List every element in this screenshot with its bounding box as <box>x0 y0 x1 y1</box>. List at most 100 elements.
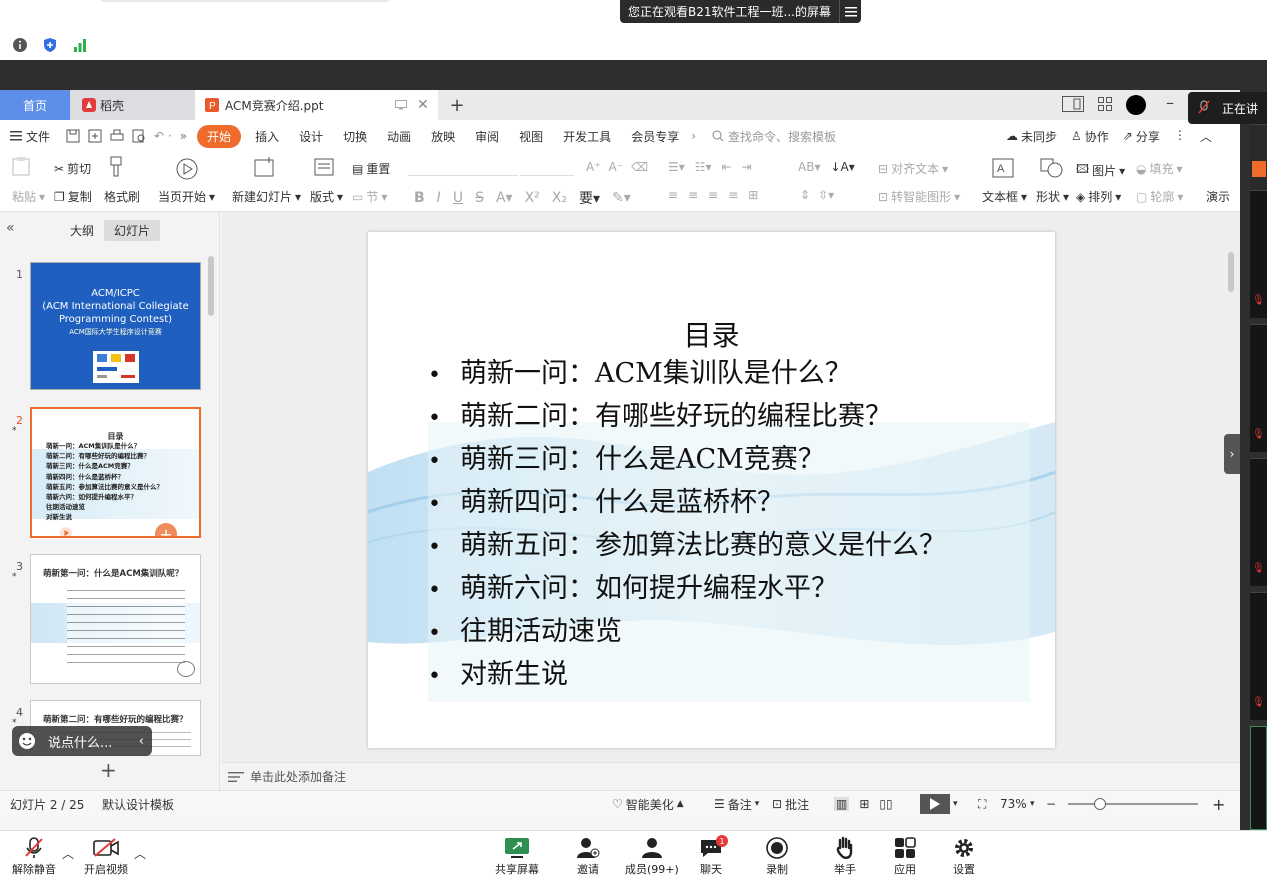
layout-view-icon[interactable] <box>1062 96 1084 112</box>
start-current-button[interactable]: 当页开始 ▾ <box>158 188 215 205</box>
unmute-button[interactable]: 解除静音 <box>12 835 56 877</box>
smart-beautify-button[interactable]: ♡ 智能美化 ▲ <box>612 791 684 817</box>
tab-daoke[interactable]: 稻壳 <box>70 90 195 120</box>
slide-thumbnail-3[interactable]: 萌新第一问：什么是ACM集训队呢？ <box>30 554 201 684</box>
format-painter-button[interactable]: 格式刷 <box>104 188 140 205</box>
participant-tile[interactable] <box>1250 726 1267 830</box>
design-template[interactable]: 默认设计模板 <box>102 791 174 817</box>
user-avatar[interactable] <box>1126 95 1146 115</box>
menu-review[interactable]: 审阅 <box>465 128 509 145</box>
record-button[interactable]: 录制 <box>766 835 788 877</box>
apps-button[interactable]: 应用 <box>894 835 916 877</box>
normal-view-icon[interactable]: ▥ <box>834 797 850 811</box>
layout-icon[interactable] <box>314 158 334 176</box>
menu-design[interactable]: 设计 <box>289 128 333 145</box>
sync-status[interactable]: ☁ 未同步 <box>1006 128 1057 145</box>
play-circle-icon[interactable] <box>176 158 198 180</box>
textbox-button[interactable]: 文本框 ▾ <box>982 188 1027 205</box>
command-search[interactable]: 查找命令、搜索模板 <box>712 128 836 145</box>
slide-thumbnail-2[interactable]: 目录 萌新一问：ACM集训队是什么？ 萌新二问：有哪些好玩的编程比赛？ 萌新三问… <box>30 407 201 538</box>
save-icon[interactable] <box>66 129 80 143</box>
add-slide-button[interactable]: + <box>100 758 117 782</box>
audio-options-chevron-icon[interactable]: ︿ <box>62 845 74 862</box>
comments-toggle[interactable]: ⊡ 批注 <box>772 791 809 817</box>
outline-button[interactable]: ▢ 轮廓 ▾ <box>1136 188 1183 205</box>
slide-title[interactable]: 目录 <box>368 314 1055 354</box>
print-icon[interactable] <box>110 129 124 143</box>
canvas-scrollbar[interactable] <box>1228 252 1234 292</box>
share-button[interactable]: ⇗ 分享 <box>1123 128 1160 145</box>
security-shield-icon[interactable] <box>40 36 60 54</box>
sorter-view-icon[interactable]: ⊞ <box>859 797 869 811</box>
grid-apps-icon[interactable] <box>1098 97 1112 111</box>
members-button[interactable]: 成员(99+) <box>625 835 679 877</box>
collab-button[interactable]: ♙ 协作 <box>1071 128 1109 145</box>
invite-button[interactable]: 邀请 <box>576 835 600 877</box>
new-tab-button[interactable]: + <box>445 90 469 120</box>
reading-view-icon[interactable]: ▯▯ <box>879 797 892 811</box>
zoom-level[interactable]: 73% <box>1000 791 1027 817</box>
reset-button[interactable]: ▤ 重置 <box>352 160 390 177</box>
participant-tile[interactable]: 🎙 <box>1250 592 1267 720</box>
menu-start[interactable]: 开始 <box>197 124 242 148</box>
chat-button[interactable]: 1 聊天 <box>700 835 728 877</box>
new-slide-icon[interactable] <box>254 156 276 178</box>
align-text-button[interactable]: ⊟ 对齐文本 ▾ <box>878 160 948 177</box>
slide-thumbnail-1[interactable]: ACM/ICPC (ACM International Collegiate P… <box>30 262 201 390</box>
more-options-icon[interactable]: ⋮ <box>1174 128 1186 145</box>
new-slide-button[interactable]: 新建幻灯片 ▾ <box>232 188 301 205</box>
undo-icon[interactable]: ↶ · <box>154 129 172 143</box>
tab-home[interactable]: 首页 <box>0 90 70 120</box>
font-size-adjust[interactable]: A⁺ A⁻ ⌫ <box>586 160 648 174</box>
preview-icon[interactable] <box>132 129 146 143</box>
textbox-icon[interactable]: A <box>992 158 1014 178</box>
share-screen-button[interactable]: 共享屏幕 <box>495 835 539 877</box>
menu-transition[interactable]: 切换 <box>333 128 377 145</box>
notes-toggle[interactable]: ☰ 备注 ▾ <box>714 791 759 817</box>
menu-view[interactable]: 视图 <box>509 128 553 145</box>
list-group[interactable]: ☰▾ ☷▾ ⇤ ⇥ <box>668 160 752 174</box>
slide-bullet-list[interactable]: 萌新一问：ACM集训队是什么？ 萌新二问：有哪些好玩的编程比赛？ 萌新三问：什么… <box>428 352 946 696</box>
raise-hand-button[interactable]: 举手 <box>834 835 856 877</box>
current-slide[interactable]: 目录 萌新一问：ACM集训队是什么？ 萌新二问：有哪些好玩的编程比赛？ 萌新三问… <box>368 232 1055 748</box>
zoom-dropdown-icon[interactable]: ▾ <box>1030 791 1035 817</box>
play-slideshow-button[interactable]: ▾ <box>920 791 958 817</box>
tab-slides[interactable]: 幻灯片 <box>104 220 161 241</box>
align-group[interactable]: ≡ ≡ ≡ ≡ ⊞ <box>668 188 758 202</box>
picture-button[interactable]: 🖾 图片 ▾ <box>1076 160 1125 181</box>
export-icon[interactable] <box>88 129 102 143</box>
minimize-icon[interactable]: – <box>1166 93 1174 112</box>
font-family-select[interactable] <box>408 158 518 176</box>
add-slide-plus-icon[interactable]: + <box>155 523 177 536</box>
paste-icon[interactable] <box>12 156 30 176</box>
collapse-participants-button[interactable]: › <box>1224 434 1240 474</box>
participant-tile[interactable]: 🎙 <box>1250 324 1267 452</box>
menu-developer[interactable]: 开发工具 <box>553 128 621 145</box>
tab-outline[interactable]: 大纲 <box>60 220 104 241</box>
present-button[interactable]: 演示 <box>1206 188 1230 205</box>
collapse-panel-icon[interactable]: « <box>6 220 15 236</box>
settings-button[interactable]: 设置 <box>953 835 975 877</box>
cut-button[interactable]: ✂ 剪切 <box>54 160 91 177</box>
fill-button[interactable]: ◒ 填充 ▾ <box>1136 160 1183 177</box>
chat-collapse-icon[interactable]: ‹ <box>139 734 144 749</box>
emoji-icon[interactable] <box>18 732 36 750</box>
participant-tile[interactable]: 🎙 <box>1250 458 1267 586</box>
zoom-slider-track[interactable] <box>1068 803 1198 805</box>
arrange-button[interactable]: ◈ 排列 ▾ <box>1076 188 1121 205</box>
collapse-ribbon-icon[interactable]: ︿ <box>1200 128 1212 145</box>
zoom-in-button[interactable]: + <box>1212 791 1225 817</box>
section-button[interactable]: ▭ 节 ▾ <box>352 188 387 205</box>
font-size-select[interactable] <box>520 158 574 176</box>
shape-icon[interactable] <box>1040 158 1064 178</box>
participant-tile[interactable]: 🎙 <box>1250 190 1267 318</box>
tab-document[interactable]: P ACM竞赛介绍.ppt ✕ <box>195 90 438 120</box>
info-icon[interactable] <box>10 36 30 54</box>
chat-quick-input[interactable]: 说点什么... ‹ <box>12 726 152 756</box>
fit-window-icon[interactable]: ⛶ <box>978 791 986 817</box>
menu-scroll-right-icon[interactable]: › <box>689 129 698 143</box>
signal-strength-icon[interactable] <box>70 36 90 54</box>
tab-monitor-icon[interactable] <box>395 100 407 110</box>
thumb-scrollbar[interactable] <box>208 256 214 316</box>
video-options-chevron-icon[interactable]: ︿ <box>134 845 146 862</box>
